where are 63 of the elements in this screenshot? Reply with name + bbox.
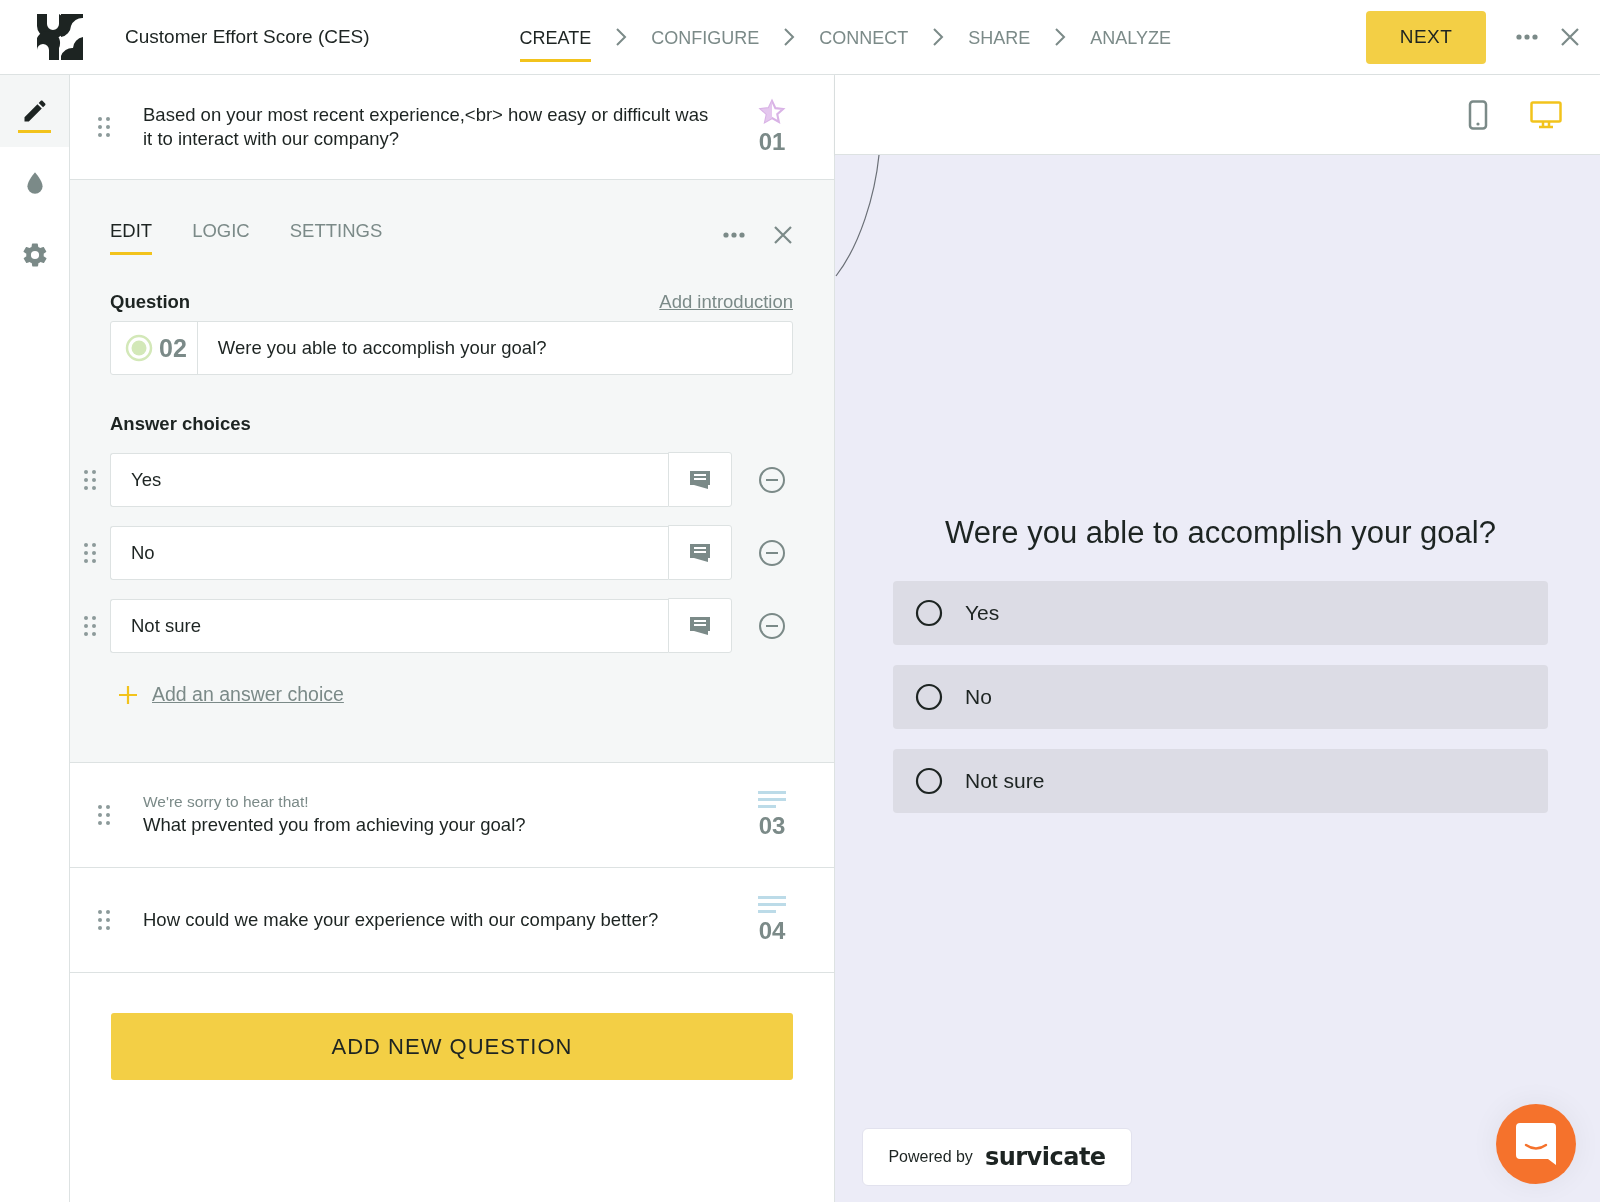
chevron-right-icon xyxy=(932,27,945,47)
more-icon[interactable] xyxy=(1516,34,1538,40)
preview-question: Were you able to accomplish your goal? xyxy=(944,515,1497,551)
radio-icon xyxy=(915,683,943,711)
answer-field[interactable]: Not sure xyxy=(110,598,668,653)
answer-field[interactable]: No xyxy=(110,525,668,580)
close-icon[interactable] xyxy=(1560,27,1580,47)
next-button[interactable]: NEXT xyxy=(1366,10,1486,64)
step-tab[interactable]: ANALYZE xyxy=(1090,15,1171,62)
question-text: Based on your most recent experience,<br> how easy or difficult was it to interact with our company? xyxy=(143,103,710,151)
radio-icon xyxy=(915,599,943,627)
chevron-right-icon xyxy=(1054,27,1067,47)
logo-icon xyxy=(35,12,85,62)
drag-handle-icon[interactable] xyxy=(84,469,96,490)
close-icon[interactable] xyxy=(773,224,793,245)
drag-handle-icon[interactable] xyxy=(98,805,110,825)
question-intro: We're sorry to hear that! xyxy=(143,793,310,811)
comment-button[interactable] xyxy=(668,525,732,580)
settings-icon xyxy=(20,241,49,269)
answer-option[interactable]: Yes xyxy=(893,581,1548,645)
step-tab[interactable]: CONFIGURE xyxy=(651,15,760,62)
question-text: How could we make your experience with our company better? xyxy=(143,908,660,932)
question-number: 03 xyxy=(758,812,786,840)
brand-name: survicate xyxy=(984,1143,1106,1171)
answer-choices-label: Answer choices xyxy=(110,413,252,435)
radio-icon xyxy=(125,334,153,362)
question-number: 01 xyxy=(758,128,786,156)
add-question-button[interactable]: ADD NEW QUESTION xyxy=(111,1013,793,1080)
powered-by-badge[interactable]: Powered by survicate xyxy=(862,1128,1132,1186)
question-text: What prevented you from achieving your goal? xyxy=(143,813,527,837)
question-label: Question xyxy=(110,291,191,313)
text-lines-icon xyxy=(758,895,786,915)
question-number: 04 xyxy=(758,917,786,945)
chevron-right-icon xyxy=(783,27,796,47)
question-field[interactable]: 02 Were you able to accomplish your goal? xyxy=(110,321,793,375)
text-lines-icon xyxy=(758,790,786,810)
step-tab[interactable]: SHARE xyxy=(968,15,1031,62)
question-number: 02 xyxy=(159,333,187,363)
remove-icon[interactable] xyxy=(758,538,786,567)
answer-option[interactable]: Not sure xyxy=(893,749,1548,813)
step-tab[interactable]: CONNECT xyxy=(819,15,909,62)
chat-icon xyxy=(1516,1123,1556,1165)
answer-field[interactable]: Yes xyxy=(110,452,668,507)
answer-option[interactable]: No xyxy=(893,665,1548,729)
comment-button[interactable] xyxy=(668,598,732,653)
survey-title: Customer Effort Score (CES) xyxy=(125,26,370,48)
remove-icon[interactable] xyxy=(758,465,786,494)
question-text: Were you able to accomplish your goal? xyxy=(216,337,547,359)
step-tab[interactable]: CREATE xyxy=(519,15,592,62)
comment-button[interactable] xyxy=(668,452,732,507)
edit-tab[interactable] xyxy=(0,75,69,147)
radio-icon xyxy=(915,767,943,795)
chevron-right-icon xyxy=(615,27,628,47)
remove-icon[interactable] xyxy=(758,611,786,640)
drag-handle-icon[interactable] xyxy=(84,615,96,636)
drag-handle-icon[interactable] xyxy=(84,542,96,563)
drag-handle-icon[interactable] xyxy=(98,117,110,137)
drag-handle-icon[interactable] xyxy=(98,910,110,930)
powered-by-text: Powered by xyxy=(888,1148,973,1166)
star-icon xyxy=(758,98,786,126)
editor-tab[interactable]: EDIT xyxy=(110,214,153,255)
phone-icon[interactable] xyxy=(1468,99,1488,130)
more-icon[interactable] xyxy=(723,231,745,238)
